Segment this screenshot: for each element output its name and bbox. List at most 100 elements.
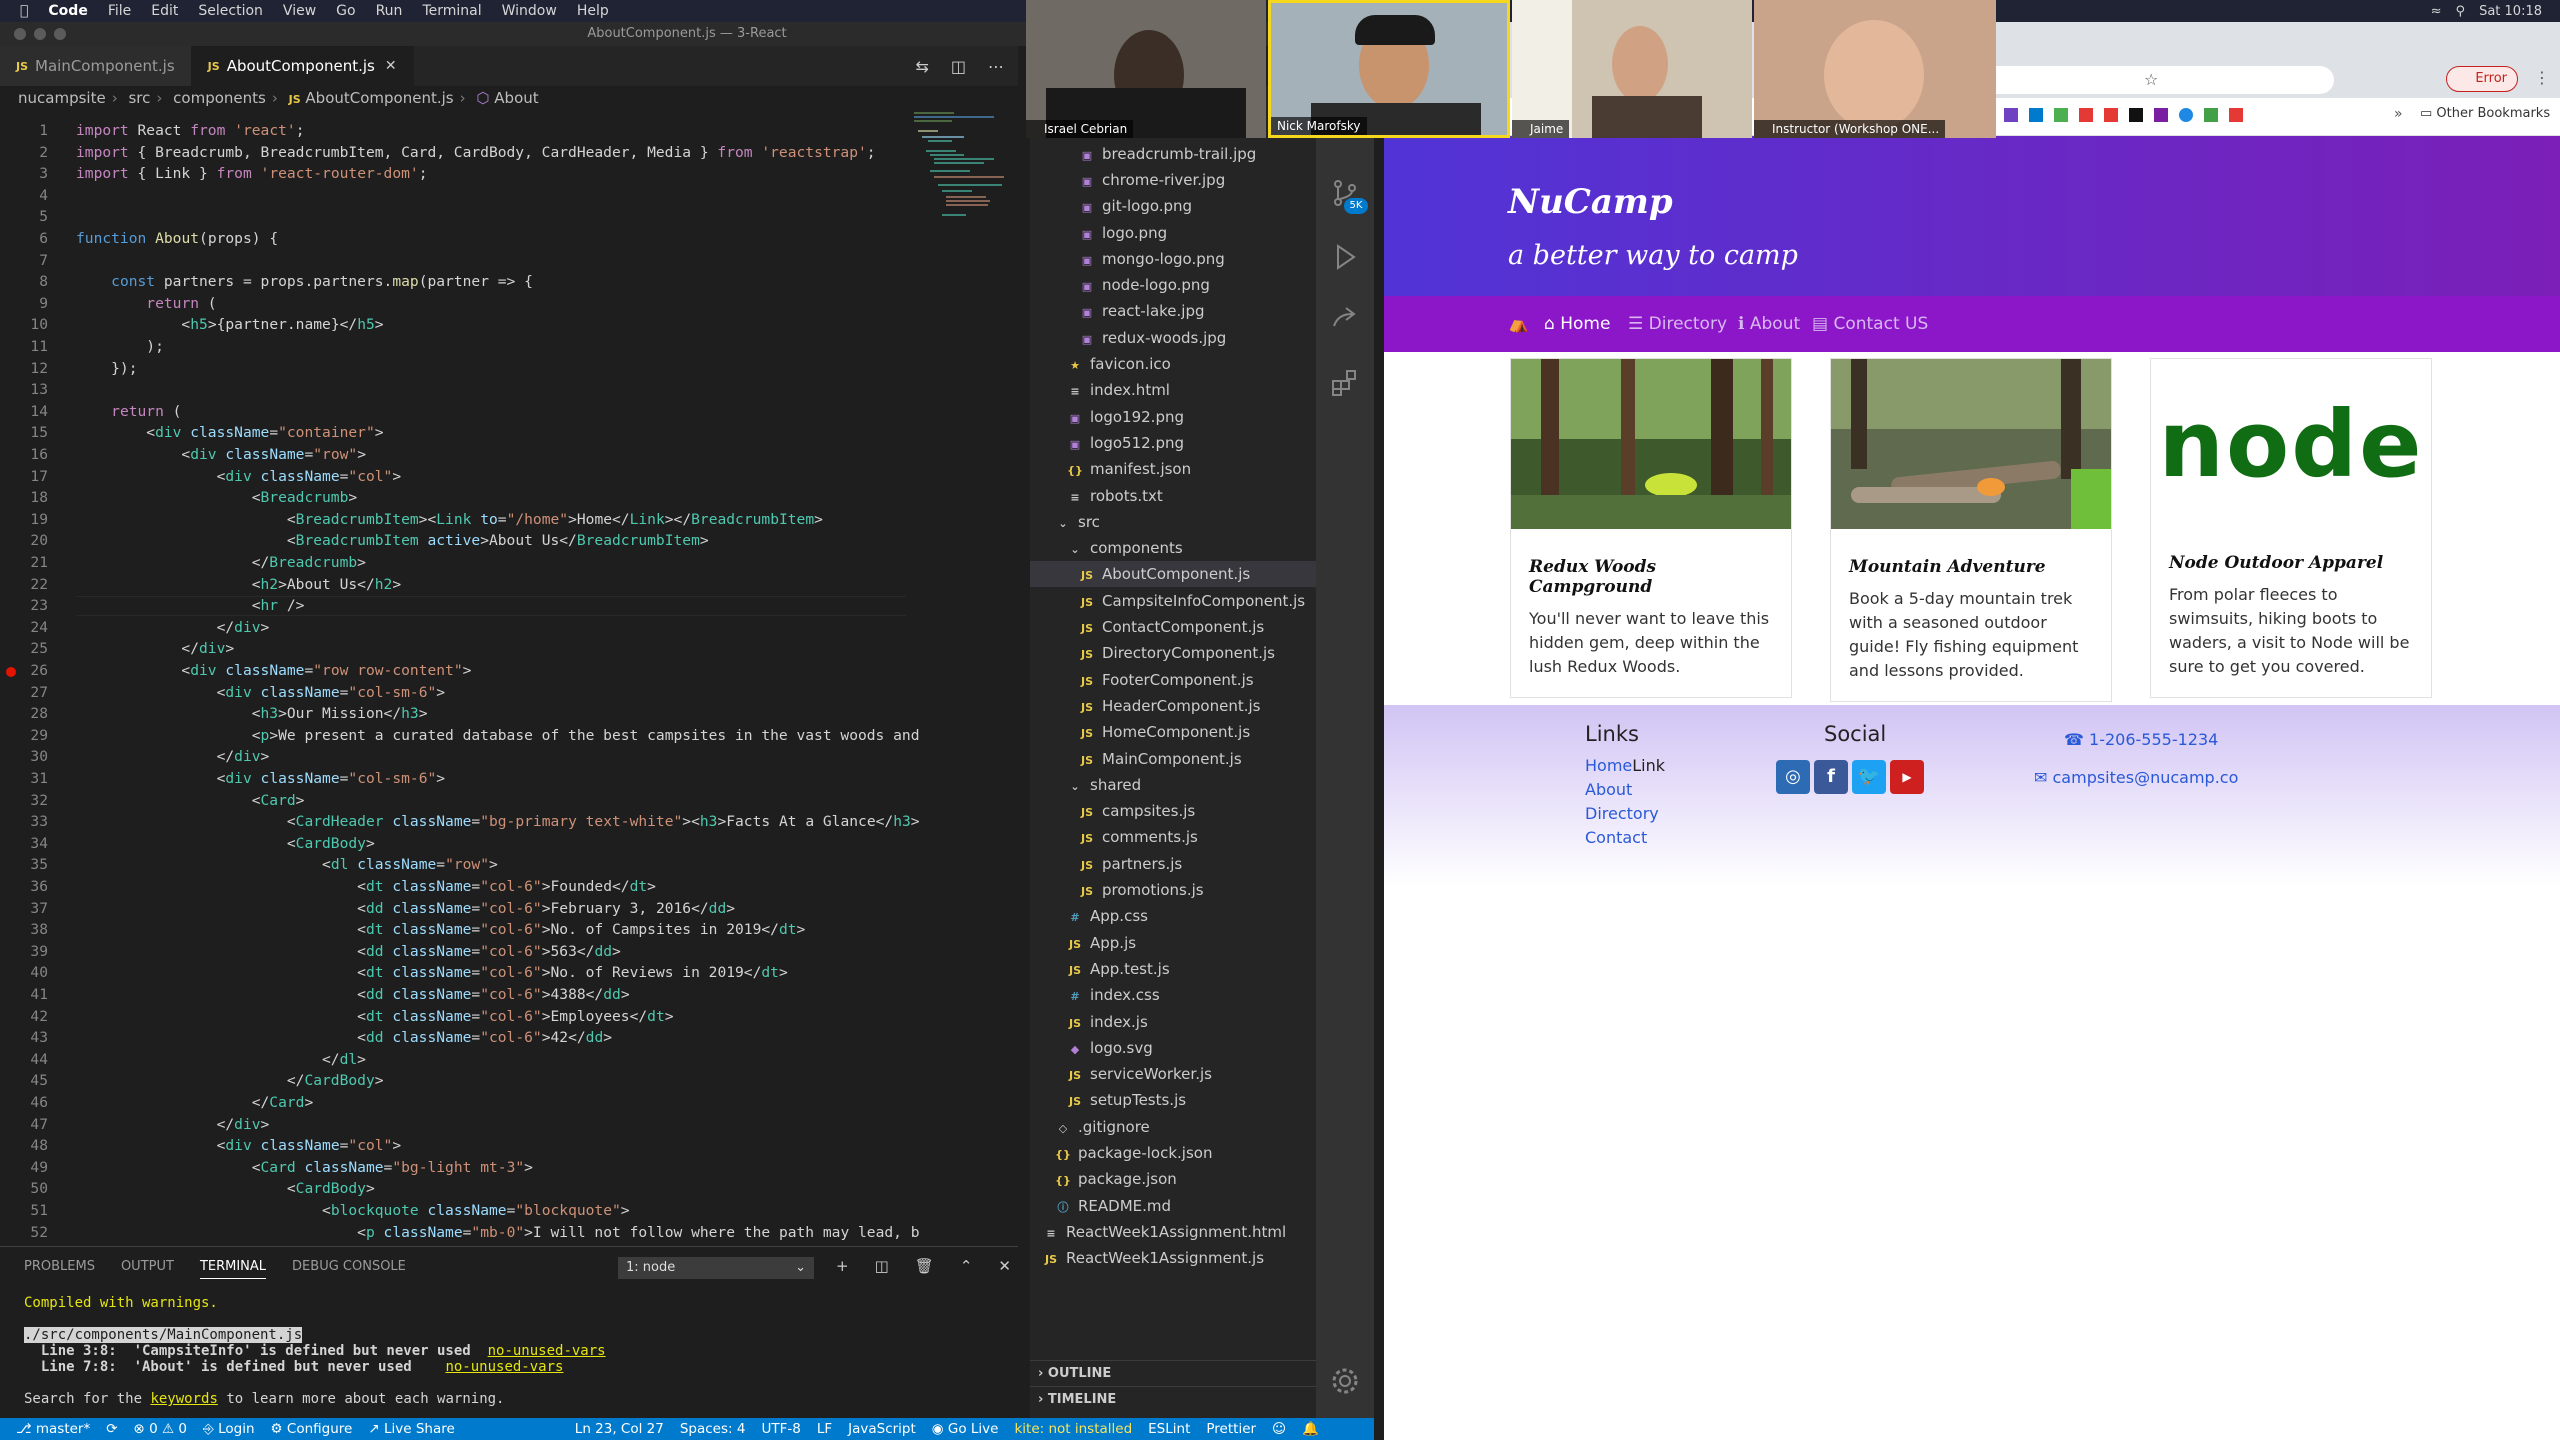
indentation[interactable]: Spaces: 4 [680,1421,746,1437]
compare-icon[interactable]: ⇆ [915,57,928,76]
code-line[interactable]: </Breadcrumb> [76,554,366,571]
encoding[interactable]: UTF-8 [761,1421,800,1437]
video-tile[interactable]: Jaime [1512,0,1752,138]
prettier-status[interactable]: Prettier [1206,1421,1256,1437]
line-ending[interactable]: LF [817,1421,832,1437]
trash-icon[interactable]: 🗑 [915,1257,934,1275]
cursor-position[interactable]: Ln 23, Col 27 [575,1421,664,1437]
tab-terminal[interactable]: TERMINAL [199,1259,267,1279]
explorer-file[interactable]: {} package-lock.json [1030,1140,1316,1166]
app-menu[interactable]: Code [48,3,87,19]
explorer-file[interactable]: ▣ mongo-logo.png [1030,246,1316,272]
code-line[interactable]: <CardBody> [76,835,375,852]
explorer-file[interactable]: JS App.js [1030,930,1316,956]
search-icon[interactable]: ⚲ [2456,4,2466,19]
more-bookmarks-icon[interactable]: » [2394,106,2403,122]
close-tab-icon[interactable]: ✕ [385,58,397,74]
video-tile[interactable]: Instructor (Workshop ONE... [1754,0,1996,138]
explorer-folder[interactable]: ⌄ src [1030,509,1316,535]
bookmark-icon[interactable] [2229,108,2243,122]
menu-item[interactable]: View [283,3,316,19]
rule-link[interactable]: no-unused-vars [488,1343,606,1359]
tab-debug-console[interactable]: DEBUG CONSOLE [292,1259,406,1279]
code-line[interactable]: <h2>About Us</h2> [76,576,401,593]
bookmark-icon[interactable] [2154,108,2168,122]
footer-link-home[interactable]: HomeLink [1585,756,1665,775]
explorer-file[interactable]: JS promotions.js [1030,877,1316,903]
explorer-file[interactable]: JS campsites.js [1030,798,1316,824]
feedback-icon[interactable]: ☺ [1272,1421,1286,1437]
code-line[interactable]: </CardBody> [76,1072,384,1089]
explorer-file[interactable]: ▣ logo192.png [1030,404,1316,430]
explorer-file[interactable]: JS partners.js [1030,851,1316,877]
explorer-file[interactable]: ▣ breadcrumb-trail.jpg [1030,141,1316,167]
code-editor[interactable]: 1 import React from 'react'; 2 import { Bre… [0,110,1018,1246]
run-debug-icon[interactable] [1330,242,1360,272]
code-line[interactable]: </div> [76,1116,270,1133]
explorer-file[interactable]: JS AboutComponent.js [1030,561,1316,588]
explorer-file[interactable]: JS HeaderComponent.js [1030,693,1316,719]
explorer-file[interactable]: {} manifest.json [1030,456,1316,482]
breadcrumb-item[interactable]: nucampsite [18,89,106,107]
footer-email[interactable]: ✉ campsites@nucamp.co [2034,768,2238,787]
bookmark-icon[interactable] [2129,108,2143,122]
rule-link[interactable]: no-unused-vars [445,1359,563,1375]
bookmark-icon[interactable] [2079,108,2093,122]
outline-section[interactable]: › OUTLINE [1030,1360,1316,1386]
configure-button[interactable]: ⚙ Configure [271,1421,353,1437]
extensions-icon[interactable] [1330,368,1360,398]
code-line[interactable]: <dd className="col-6">February 3, 2016</… [76,900,735,917]
code-line[interactable]: import { Breadcrumb, BreadcrumbItem, Car… [76,144,876,161]
explorer-file[interactable]: ≡ ReactWeek1Assignment.html [1030,1219,1316,1245]
video-tile[interactable]: Israel Cebrian [1026,0,1266,138]
menu-item[interactable]: Terminal [422,3,481,19]
menu-item[interactable]: Help [577,3,609,19]
explorer-file[interactable]: ◇ .gitignore [1030,1114,1316,1140]
chrome-menu-icon[interactable]: ⋮ [2534,68,2550,87]
add-terminal-icon[interactable]: + [836,1257,849,1275]
breadcrumb-item[interactable]: AboutComponent.js [305,89,453,107]
close-panel-icon[interactable]: ✕ [998,1257,1011,1275]
twitter-icon[interactable]: 🐦 [1852,760,1886,794]
code-line[interactable]: <p className="mb-0">I will not follow wh… [76,1224,919,1241]
code-line[interactable]: <div className="container"> [76,424,383,441]
code-line[interactable]: <dd className="col-6">4388</dd> [76,986,629,1003]
code-line[interactable]: <div className="col"> [76,1137,402,1154]
explorer-folder[interactable]: ⌄ shared [1030,772,1316,798]
explorer-file[interactable]: ≡ robots.txt [1030,483,1316,509]
login-button[interactable]: ⎆ Login [203,1421,255,1437]
video-tile-active[interactable]: Nick Marofsky [1268,0,1510,138]
code-line[interactable]: <dd className="col-6">563</dd> [76,943,621,960]
minimap[interactable] [912,110,1008,270]
terminal-select[interactable]: 1: node ⌄ [618,1257,814,1279]
explorer-file[interactable]: ▣ logo512.png [1030,430,1316,456]
code-line[interactable]: import React from 'react'; [76,122,305,139]
breakpoint-icon[interactable] [6,667,16,677]
bookmark-icon[interactable] [2029,108,2043,122]
zoom-window-icon[interactable] [54,28,66,40]
clock[interactable]: Sat 10:18 [2479,4,2542,19]
instagram-icon[interactable]: ◎ [1776,760,1810,794]
tab-problems[interactable]: PROBLEMS [24,1259,95,1279]
explorer-file[interactable]: JS index.js [1030,1009,1316,1035]
maximize-panel-icon[interactable]: ⌃ [960,1257,973,1275]
live-share-icon[interactable] [1330,304,1360,334]
profile-error-button[interactable]: Error [2446,66,2518,92]
split-editor-icon[interactable]: ◫ [951,57,966,76]
go-live-button[interactable]: ◉ Go Live [932,1421,999,1437]
code-line[interactable]: </Card> [76,1094,314,1111]
code-line[interactable]: <Breadcrumb> [76,489,357,506]
code-line[interactable]: <div className="col-sm-6"> [76,770,446,787]
code-line[interactable]: <dt className="col-6">No. of Campsites i… [76,921,805,938]
nav-about[interactable]: ℹ About [1738,314,1800,334]
code-line[interactable]: ); [76,338,164,355]
code-line[interactable]: <dt className="col-6">Employees</dt> [76,1008,673,1025]
tab-output[interactable]: OUTPUT [121,1259,174,1279]
kite-status[interactable]: kite: not installed [1014,1421,1132,1437]
explorer-file[interactable]: JS CampsiteInfoComponent.js [1030,588,1316,614]
bookmark-icon[interactable] [2179,108,2193,122]
nav-directory[interactable]: ☰ Directory [1628,314,1727,334]
nucamp-logo-icon[interactable]: ⛺ [1508,314,1529,334]
language-mode[interactable]: JavaScript [848,1421,916,1437]
menu-item[interactable]: Selection [198,3,263,19]
